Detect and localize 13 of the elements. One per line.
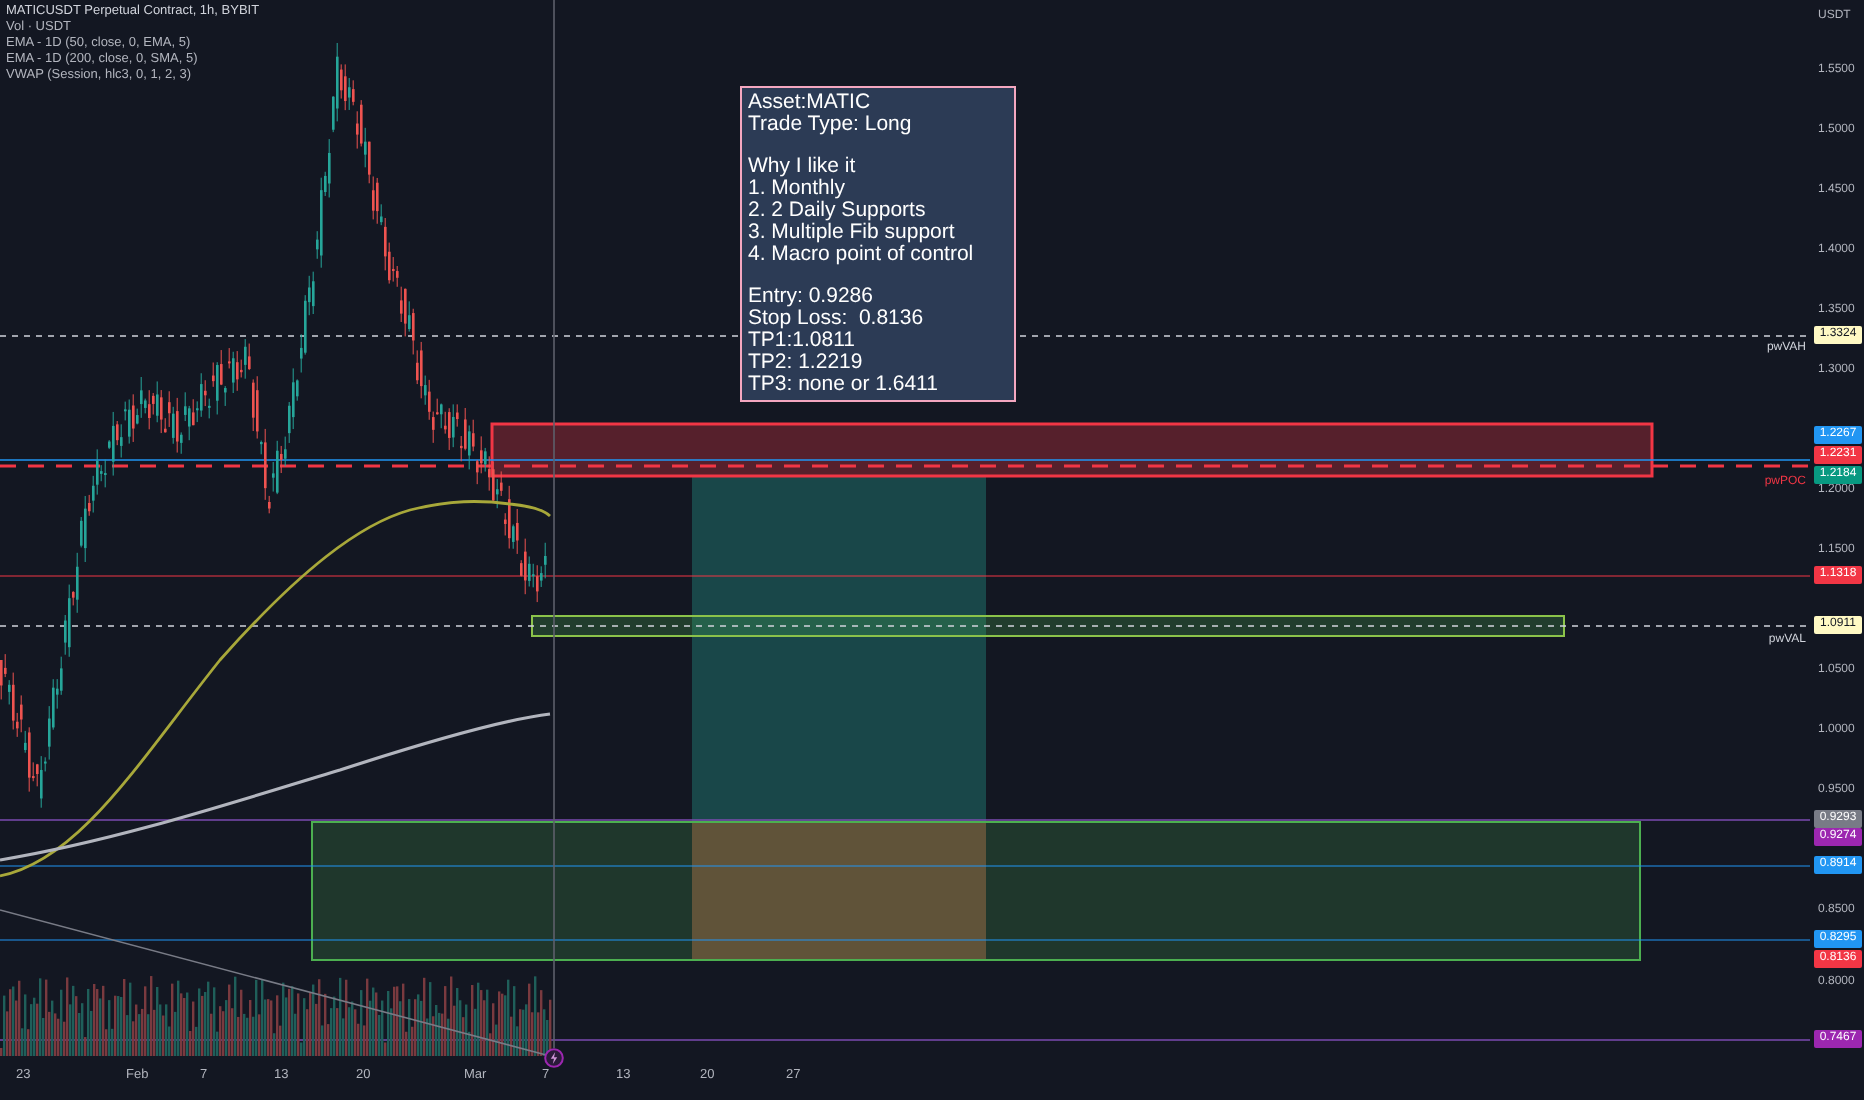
note-line: TP2: 1.2219 bbox=[748, 352, 865, 374]
note-line: 4. Macro point of control bbox=[748, 244, 976, 266]
note-line: 3. Multiple Fib support bbox=[748, 222, 957, 244]
note-line: TP1:1.0811 bbox=[748, 330, 858, 352]
note-line: 2. 2 Daily Supports bbox=[748, 200, 928, 222]
note-line: TP3: none or 1.6411 bbox=[748, 374, 940, 396]
note-line: Stop Loss: 0.8136 bbox=[748, 308, 926, 330]
lightning-icon[interactable] bbox=[544, 1048, 564, 1068]
note-line: 1. Monthly bbox=[748, 178, 847, 200]
note-line: Why I like it bbox=[748, 156, 858, 178]
note-line: Entry: 0.9286 bbox=[748, 286, 875, 308]
note-line: Asset:MATIC bbox=[748, 92, 873, 114]
note-line: Trade Type: Long bbox=[748, 114, 914, 136]
